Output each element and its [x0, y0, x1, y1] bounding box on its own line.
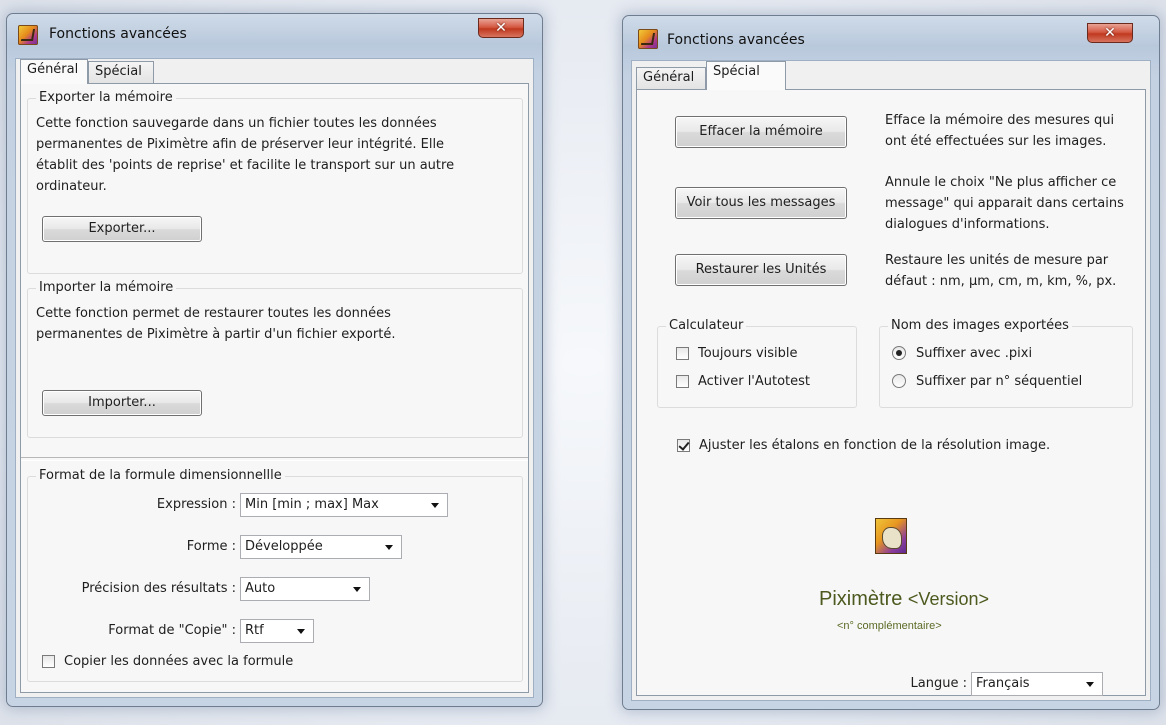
text-line: dialogues d'informations. — [885, 217, 1050, 232]
text-line: Efface la mémoire des mesures qui — [885, 113, 1115, 128]
show-all-messages-button[interactable]: Voir tous les messages — [675, 187, 847, 219]
import-description: Cette fonction permet de restaurer toute… — [36, 303, 518, 345]
suffix-sequential-radio[interactable] — [892, 374, 906, 388]
text-line: Restaure les unités de mesure par — [885, 253, 1109, 268]
special-panel: Effacer la mémoire Efface la mémoire des… — [636, 89, 1146, 696]
general-panel: Exporter la mémoire Cette fonction sauve… — [20, 83, 529, 693]
piximetre-app-icon — [638, 29, 658, 49]
suffix-pixi-label: Suffixer avec .pixi — [916, 346, 1033, 361]
window-title: Fonctions avancées — [667, 32, 805, 48]
export-image-name-group: Nom des images exportées Suffixer avec .… — [879, 318, 1133, 408]
always-visible-checkbox[interactable] — [676, 347, 689, 360]
version-label: <Version> — [907, 589, 989, 609]
group-label: Format de la formule dimensionnellle — [36, 468, 285, 483]
text-line: défaut : nm, µm, cm, m, km, %, px. — [885, 274, 1117, 289]
group-label: Nom des images exportées — [888, 318, 1072, 333]
always-visible-label: Toujours visible — [698, 346, 798, 361]
import-button[interactable]: Importer... — [42, 390, 202, 416]
tab-special[interactable]: Spécial — [706, 61, 786, 90]
text-line: Cette fonction permet de restaurer toute… — [36, 306, 391, 321]
clear-memory-button[interactable]: Effacer la mémoire — [675, 116, 847, 148]
select-value: Français — [976, 676, 1030, 691]
tab-special[interactable]: Spécial — [88, 61, 154, 83]
text-line: ont été effectuées sur les images. — [885, 134, 1107, 149]
brand-name: Piximètre — [819, 588, 903, 610]
chevron-down-icon — [431, 503, 439, 508]
adjust-standards-checkbox[interactable] — [677, 439, 690, 452]
client-area: Général Spécial Effacer la mémoire Effac… — [631, 60, 1151, 701]
select-value: Min [min ; max] Max — [245, 497, 379, 512]
group-label: Importer la mémoire — [36, 280, 177, 295]
select-value: Auto — [245, 581, 276, 596]
expression-select[interactable]: Min [min ; max] Max — [240, 493, 448, 517]
text-line: établit des 'points de reprise' et facil… — [36, 158, 455, 173]
text-line: Annule le choix "Ne plus afficher ce — [885, 175, 1117, 190]
tab-general[interactable]: Général — [20, 59, 88, 84]
restore-units-button[interactable]: Restaurer les Unités — [675, 254, 847, 286]
expression-label: Expression : — [156, 497, 236, 512]
language-select[interactable]: Français — [971, 672, 1103, 696]
text-line: permanentes de Piximètre à partir d'un f… — [36, 327, 396, 342]
piximetre-app-icon — [18, 25, 38, 45]
show-all-messages-description: Annule le choix "Ne plus afficher ce mes… — [885, 172, 1124, 235]
copy-data-label: Copier les données avec la formule — [64, 654, 294, 669]
forme-label: Forme : — [186, 539, 236, 554]
suffix-sequential-label: Suffixer par n° séquentiel — [916, 374, 1083, 389]
export-memory-group: Exporter la mémoire Cette fonction sauve… — [27, 90, 523, 274]
autotest-checkbox[interactable] — [676, 375, 689, 388]
export-description: Cette fonction sauvegarde dans un fichie… — [36, 113, 518, 197]
import-memory-group: Importer la mémoire Cette fonction perme… — [27, 280, 523, 438]
suffix-pixi-radio[interactable] — [892, 346, 906, 360]
window-title: Fonctions avancées — [49, 26, 187, 42]
close-button[interactable]: ✕ — [1087, 23, 1133, 43]
restore-units-description: Restaure les unités de mesure par défaut… — [885, 250, 1116, 292]
calculateur-group: Calculateur Toujours visible Activer l'A… — [657, 318, 857, 408]
right-dialog: Fonctions avancées ✕ Général Spécial Eff… — [622, 15, 1160, 710]
precision-select[interactable]: Auto — [240, 577, 370, 601]
language-label: Langue : — [910, 676, 967, 691]
copie-format-select[interactable]: Rtf — [240, 619, 314, 643]
chevron-down-icon — [353, 587, 361, 592]
export-button[interactable]: Exporter... — [42, 216, 202, 242]
close-button[interactable]: ✕ — [478, 18, 524, 38]
chevron-down-icon — [297, 629, 305, 634]
chevron-down-icon — [1086, 682, 1094, 687]
client-area: Général Spécial Exporter la mémoire Cett… — [15, 58, 534, 698]
text-line: permanentes de Piximètre afin de préserv… — [36, 137, 445, 152]
text-line: ordinateur. — [36, 179, 107, 194]
divider — [21, 457, 528, 461]
title-bar: Fonctions avancées ✕ — [7, 14, 542, 58]
formula-format-group: Format de la formule dimensionnellle Exp… — [27, 468, 523, 682]
text-line: message" qui apparait dans certains — [885, 196, 1124, 211]
forme-select[interactable]: Développée — [240, 535, 402, 559]
select-value: Rtf — [245, 623, 264, 638]
text-line: Cette fonction sauvegarde dans un fichie… — [36, 116, 437, 131]
product-name: Piximètre <Version> — [819, 588, 989, 611]
autotest-label: Activer l'Autotest — [698, 374, 811, 389]
complement-number: <n° complémentaire> — [837, 620, 942, 632]
copie-format-label: Format de "Copie" : — [108, 623, 236, 638]
piximetre-logo — [875, 518, 907, 554]
adjust-standards-label: Ajuster les étalons en fonction de la ré… — [699, 438, 1051, 453]
chevron-down-icon — [385, 545, 393, 550]
tab-general[interactable]: Général — [636, 67, 706, 89]
title-bar: Fonctions avancées ✕ — [623, 16, 1159, 60]
group-label: Calculateur — [666, 318, 747, 333]
left-dialog: Fonctions avancées ✕ Général Spécial Exp… — [6, 13, 543, 707]
copy-data-checkbox[interactable] — [42, 655, 55, 668]
group-label: Exporter la mémoire — [36, 90, 176, 105]
precision-label: Précision des résultats : — [81, 581, 236, 596]
select-value: Développée — [245, 539, 323, 554]
clear-memory-description: Efface la mémoire des mesures qui ont ét… — [885, 110, 1114, 152]
